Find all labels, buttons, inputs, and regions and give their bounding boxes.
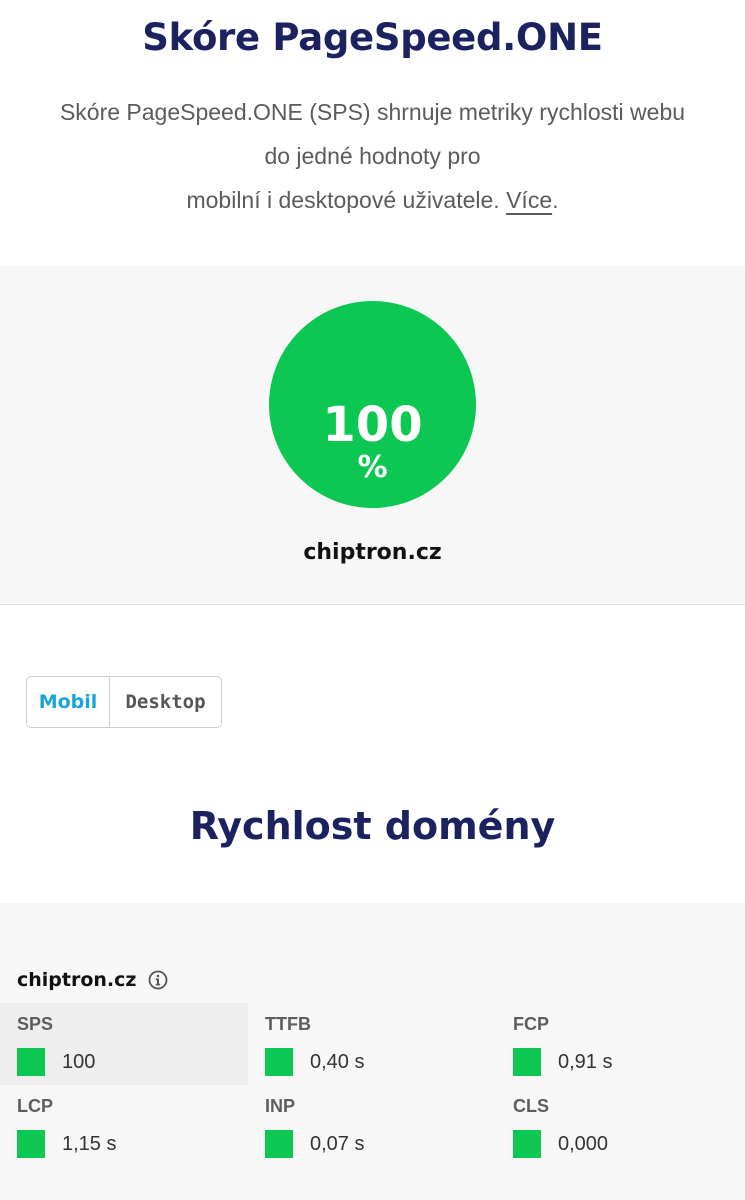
metric-value: 0,40 s xyxy=(310,1051,365,1073)
intro-period: . xyxy=(552,187,559,213)
score-panel: 100 % chiptron.cz xyxy=(0,266,745,605)
metric-label: SPS xyxy=(17,1014,54,1034)
status-swatch xyxy=(17,1130,45,1158)
status-swatch xyxy=(513,1048,541,1076)
score-unit: % xyxy=(357,450,388,485)
metrics-domain: chiptron.cz xyxy=(17,969,137,991)
status-swatch xyxy=(265,1048,293,1076)
metrics-panel: chiptron.cz SPS 100 TTFB 0,40 s FCP 0,91… xyxy=(0,903,745,1200)
page-title: Skóre PageSpeed.ONE xyxy=(142,16,603,59)
metric-label: FCP xyxy=(513,1014,549,1034)
score-domain: chiptron.cz xyxy=(303,540,442,565)
metric-ttfb[interactable]: TTFB 0,40 s xyxy=(248,1003,480,1085)
metric-label: INP xyxy=(265,1096,296,1116)
metric-value: 0,91 s xyxy=(558,1051,613,1073)
score-circle: 100 % xyxy=(269,301,476,508)
tab-desktop[interactable]: Desktop xyxy=(110,677,221,727)
header-section: Skóre PageSpeed.ONE Skóre PageSpeed.ONE … xyxy=(0,0,745,266)
intro-line-1: Skóre PageSpeed.ONE (SPS) shrnuje metrik… xyxy=(59,99,686,125)
intro-line-2: do jedné hodnoty pro xyxy=(264,143,481,169)
status-swatch xyxy=(265,1130,293,1158)
info-icon[interactable] xyxy=(148,970,168,990)
intro-line-3: mobilní i desktopové uživatele. Více. xyxy=(20,178,725,222)
metric-value: 0,000 xyxy=(558,1133,609,1155)
tab-mobil[interactable]: Mobil xyxy=(27,677,110,727)
status-swatch xyxy=(17,1048,45,1076)
metric-lcp[interactable]: LCP 1,15 s xyxy=(0,1085,232,1167)
metric-fcp[interactable]: FCP 0,91 s xyxy=(496,1003,728,1085)
metric-value: 0,07 s xyxy=(310,1133,365,1155)
intro-line-3-text: mobilní i desktopové uživatele. xyxy=(186,187,500,213)
metric-value: 100 xyxy=(62,1051,96,1073)
metric-label: LCP xyxy=(17,1096,53,1116)
more-link[interactable]: Více xyxy=(506,187,552,213)
metric-inp[interactable]: INP 0,07 s xyxy=(248,1085,480,1167)
metric-value: 1,15 s xyxy=(62,1133,117,1155)
intro-text: Skóre PageSpeed.ONE (SPS) shrnuje metrik… xyxy=(20,90,725,222)
metric-cls[interactable]: CLS 0,000 xyxy=(496,1085,728,1167)
device-tabs: Mobil Desktop xyxy=(26,676,222,728)
section-title: Rychlost domény xyxy=(189,804,556,848)
status-swatch xyxy=(513,1130,541,1158)
metric-label: TTFB xyxy=(265,1014,311,1034)
metrics-domain-row: chiptron.cz xyxy=(17,967,168,993)
metric-sps[interactable]: SPS 100 xyxy=(0,1003,248,1085)
metric-label: CLS xyxy=(513,1096,549,1116)
score-value: 100 xyxy=(322,397,423,453)
